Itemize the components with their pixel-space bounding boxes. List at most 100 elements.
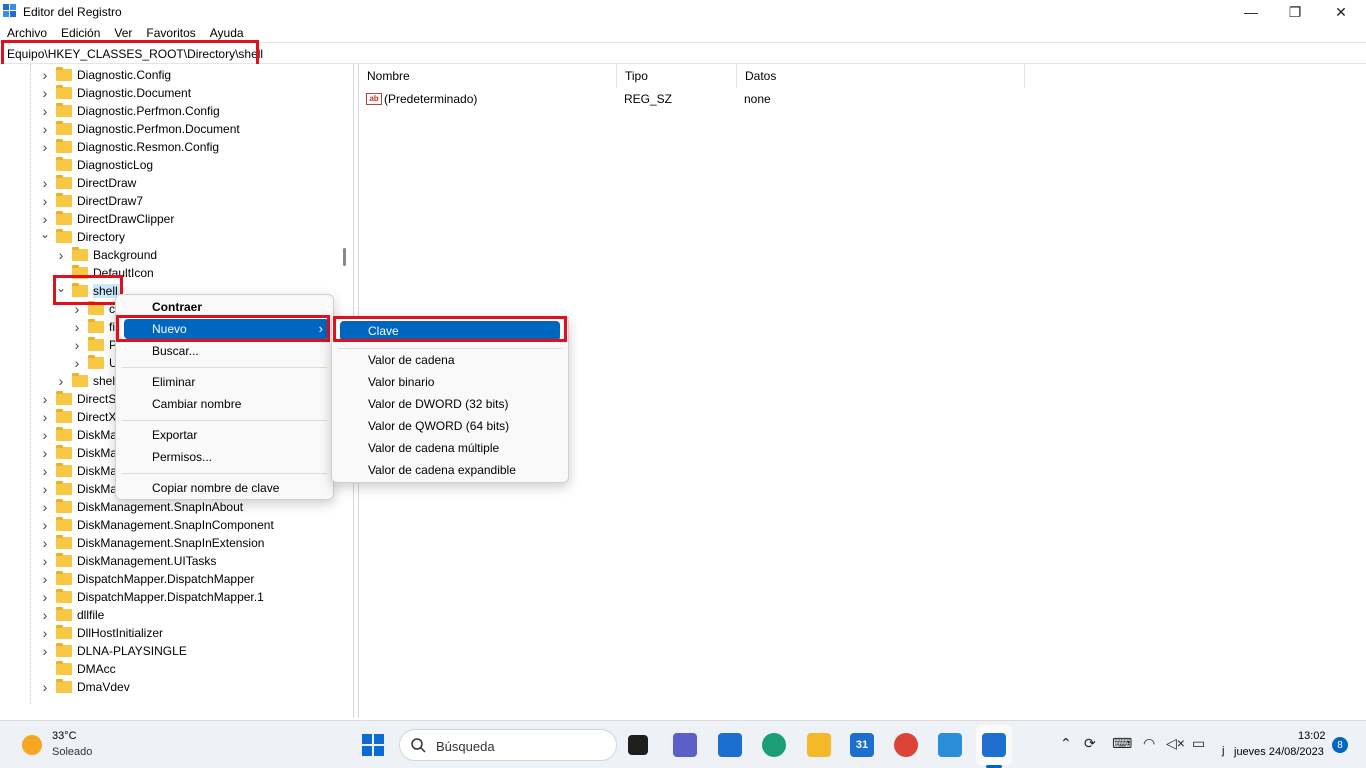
- menu-item-buscar[interactable]: Buscar...: [116, 341, 333, 361]
- clock-date[interactable]: jueves 24/08/2023: [1234, 746, 1324, 758]
- tree-node[interactable]: › DmaVdev: [40, 678, 130, 696]
- tree-node[interactable]: DMAcc: [40, 660, 116, 678]
- submenu-item-valor-expandible[interactable]: Valor de cadena expandible: [332, 460, 568, 480]
- chevron-right-icon[interactable]: ›: [40, 211, 50, 227]
- tree-node[interactable]: › DirectDraw: [40, 174, 136, 192]
- chevron-up-icon[interactable]: ⌃: [1060, 735, 1072, 752]
- chevron-right-icon[interactable]: ›: [40, 445, 50, 461]
- chevron-right-icon[interactable]: ›: [40, 193, 50, 209]
- wifi-icon[interactable]: ◠: [1143, 735, 1155, 752]
- chevron-right-icon[interactable]: ›: [40, 481, 50, 497]
- chevron-right-icon[interactable]: ›: [40, 121, 50, 137]
- volume-muted-icon[interactable]: ◁×: [1166, 735, 1185, 752]
- chrome-icon[interactable]: [894, 733, 918, 757]
- file-explorer-icon[interactable]: [807, 733, 831, 757]
- tree-node[interactable]: › DiskManagement.SnapInExtension: [40, 534, 264, 552]
- tree-node[interactable]: › dllfile: [40, 606, 104, 624]
- notification-badge[interactable]: 8: [1332, 737, 1348, 753]
- tree-node[interactable]: › shell: [56, 372, 118, 390]
- edge-icon[interactable]: [762, 733, 786, 757]
- submenu-item-valor-qword[interactable]: Valor de QWORD (64 bits): [332, 416, 568, 436]
- tree-node[interactable]: › DLNA-PLAYSINGLE: [40, 642, 187, 660]
- tree-node[interactable]: › DispatchMapper.DispatchMapper.1: [40, 588, 264, 606]
- keyboard-icon[interactable]: ⌨: [1112, 735, 1132, 752]
- chevron-right-icon[interactable]: ›: [72, 355, 82, 371]
- menu-item-copiar-nombre[interactable]: Copiar nombre de clave: [116, 478, 333, 498]
- chevron-down-icon[interactable]: ⌄: [40, 227, 50, 241]
- chevron-right-icon[interactable]: ›: [72, 337, 82, 353]
- chevron-right-icon[interactable]: ›: [40, 517, 50, 533]
- clock-time[interactable]: 13:02: [1298, 730, 1326, 742]
- chevron-right-icon[interactable]: ›: [40, 85, 50, 101]
- chevron-right-icon[interactable]: ›: [72, 319, 82, 335]
- chevron-right-icon[interactable]: ›: [40, 175, 50, 191]
- tree-node[interactable]: › Diagnostic.Perfmon.Config: [40, 102, 220, 120]
- chevron-right-icon[interactable]: ›: [56, 247, 66, 263]
- chevron-right-icon[interactable]: ›: [40, 679, 50, 695]
- tree-node[interactable]: › DiskManagement.UITasks: [40, 552, 216, 570]
- tree-node[interactable]: › P: [72, 336, 117, 354]
- weather-description[interactable]: Soleado: [52, 746, 92, 758]
- chevron-right-icon[interactable]: ›: [40, 643, 50, 659]
- tree-node[interactable]: ⌄ Directory: [40, 227, 125, 246]
- chat-icon[interactable]: [673, 733, 697, 757]
- submenu-item-valor-dword[interactable]: Valor de DWORD (32 bits): [332, 394, 568, 414]
- chevron-right-icon[interactable]: ›: [40, 607, 50, 623]
- menu-item-contraer[interactable]: Contraer: [116, 297, 333, 317]
- tree-node[interactable]: DiagnosticLog: [40, 156, 153, 174]
- tree-node[interactable]: › DirectDrawClipper: [40, 210, 174, 228]
- menu-item-exportar[interactable]: Exportar: [116, 425, 333, 445]
- menu-item-permisos[interactable]: Permisos...: [116, 447, 333, 467]
- calendar-icon[interactable]: 31: [850, 733, 874, 757]
- tree-node[interactable]: › DiskMa: [40, 444, 117, 462]
- menu-item-cambiar-nombre[interactable]: Cambiar nombre: [116, 394, 333, 414]
- chevron-right-icon[interactable]: ›: [40, 499, 50, 515]
- menu-item-eliminar[interactable]: Eliminar: [116, 372, 333, 392]
- chevron-right-icon[interactable]: ›: [40, 571, 50, 587]
- chevron-right-icon[interactable]: ›: [40, 427, 50, 443]
- tree-node[interactable]: › fi: [72, 318, 115, 336]
- tree-node[interactable]: › DirectXl: [40, 408, 119, 426]
- chevron-right-icon[interactable]: ›: [40, 103, 50, 119]
- chevron-right-icon[interactable]: ›: [40, 409, 50, 425]
- tree-node[interactable]: › DllHostInitializer: [40, 624, 163, 642]
- task-view-icon[interactable]: [628, 735, 648, 755]
- tree-node[interactable]: › Diagnostic.Config: [40, 66, 171, 84]
- tree-node[interactable]: › DiskMa: [40, 480, 117, 498]
- tree-node[interactable]: › DiskManagement.SnapInComponent: [40, 516, 274, 534]
- close-button[interactable]: ✕: [1318, 0, 1364, 24]
- date-prefix[interactable]: j: [1222, 745, 1224, 757]
- regedit-taskbar-icon[interactable]: [982, 733, 1006, 757]
- chevron-right-icon[interactable]: ›: [40, 67, 50, 83]
- tree-node[interactable]: › Background: [56, 246, 157, 264]
- store-icon[interactable]: [718, 733, 742, 757]
- column-header-nombre[interactable]: Nombre: [359, 64, 617, 88]
- chevron-right-icon[interactable]: ›: [40, 535, 50, 551]
- taskbar-search[interactable]: Búsqueda: [399, 729, 617, 761]
- tree-node[interactable]: › Diagnostic.Perfmon.Document: [40, 120, 240, 138]
- submenu-item-valor-multiple[interactable]: Valor de cadena múltiple: [332, 438, 568, 458]
- sun-weather-icon[interactable]: [22, 735, 42, 755]
- chevron-right-icon[interactable]: ›: [40, 553, 50, 569]
- tree-node[interactable]: › DiskManagement.SnapInAbout: [40, 498, 243, 516]
- tree-node[interactable]: › Diagnostic.Document: [40, 84, 191, 102]
- weather-temperature[interactable]: 33°C: [52, 730, 77, 742]
- minimize-button[interactable]: —: [1228, 0, 1274, 24]
- tree-node[interactable]: › DirectDraw7: [40, 192, 143, 210]
- chevron-right-icon[interactable]: ›: [40, 463, 50, 479]
- sync-icon[interactable]: ⟳: [1084, 735, 1096, 752]
- column-header-tipo[interactable]: Tipo: [617, 64, 737, 88]
- tree-node[interactable]: › DiskMa: [40, 426, 117, 444]
- value-row[interactable]: ab (Predeterminado): [366, 90, 606, 108]
- chevron-right-icon[interactable]: ›: [40, 139, 50, 155]
- tree-node[interactable]: › DiskMa: [40, 462, 117, 480]
- tree-node[interactable]: › DirectSh: [40, 390, 123, 408]
- tree-node[interactable]: › DispatchMapper.DispatchMapper: [40, 570, 254, 588]
- column-header-datos[interactable]: Datos: [737, 64, 1025, 88]
- chevron-right-icon[interactable]: ›: [40, 391, 50, 407]
- notepad-icon[interactable]: [938, 733, 962, 757]
- chevron-right-icon[interactable]: ›: [72, 301, 82, 317]
- tree-node[interactable]: › U: [72, 354, 118, 372]
- submenu-item-valor-cadena[interactable]: Valor de cadena: [332, 350, 568, 370]
- tree-vertical-scrollbar[interactable]: [343, 248, 346, 266]
